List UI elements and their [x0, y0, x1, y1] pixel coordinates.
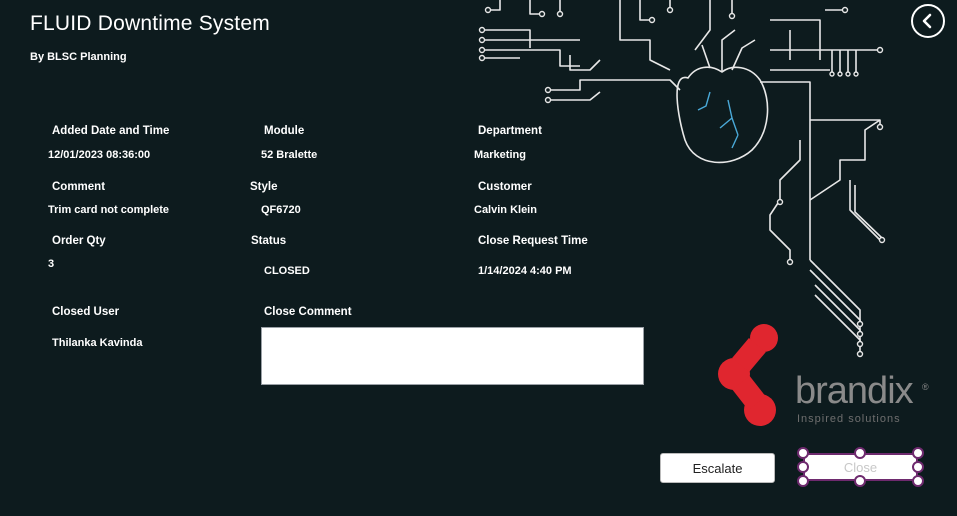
selection-handle	[854, 475, 866, 487]
added-date-value: 12/01/2023 08:36:00	[48, 149, 151, 161]
app-subtitle: By BLSC Planning	[30, 51, 127, 63]
selection-handle	[854, 447, 866, 459]
selection-handle	[797, 475, 809, 487]
module-label: Module	[264, 125, 305, 137]
closed-user-value: Thilanka Kavinda	[52, 337, 143, 349]
comment-value: Trim card not complete	[48, 204, 170, 216]
selection-handle	[797, 447, 809, 459]
close-comment-input[interactable]	[261, 327, 644, 385]
department-label: Department	[478, 125, 542, 137]
status-label: Status	[251, 235, 287, 247]
style-value: QF6720	[261, 204, 301, 216]
heart-outline	[676, 66, 769, 164]
brandix-tagline: Inspired solutions	[797, 413, 901, 425]
added-date-label: Added Date and Time	[52, 125, 170, 137]
close-comment-label: Close Comment	[264, 306, 352, 318]
app-title: FLUID Downtime System	[30, 12, 270, 35]
closed-user-label: Closed User	[52, 306, 120, 318]
style-label: Style	[250, 181, 278, 193]
registered-mark: ®	[922, 382, 929, 392]
comment-label: Comment	[52, 181, 106, 193]
order-qty-label: Order Qty	[52, 235, 106, 247]
escalate-button[interactable]: Escalate	[660, 453, 775, 483]
department-value: Marketing	[474, 149, 526, 161]
close-request-value: 1/14/2024 4:40 PM	[478, 265, 572, 277]
selection-handle	[797, 461, 809, 473]
customer-value: Calvin Klein	[474, 204, 537, 216]
selection-handle	[912, 475, 924, 487]
customer-label: Customer	[478, 181, 532, 193]
selection-handle	[912, 447, 924, 459]
brandix-logo-text: brandix	[795, 370, 914, 412]
chevron-left-icon	[922, 13, 932, 29]
status-value: CLOSED	[264, 265, 310, 277]
close-request-label: Close Request Time	[478, 235, 588, 247]
back-button[interactable]	[911, 4, 945, 38]
circuit-heart-illustration	[478, 0, 886, 358]
order-qty-value: 3	[48, 258, 55, 270]
brandix-logo-mark	[718, 324, 778, 426]
module-value: 52 Bralette	[261, 149, 318, 161]
selection-handle	[912, 461, 924, 473]
